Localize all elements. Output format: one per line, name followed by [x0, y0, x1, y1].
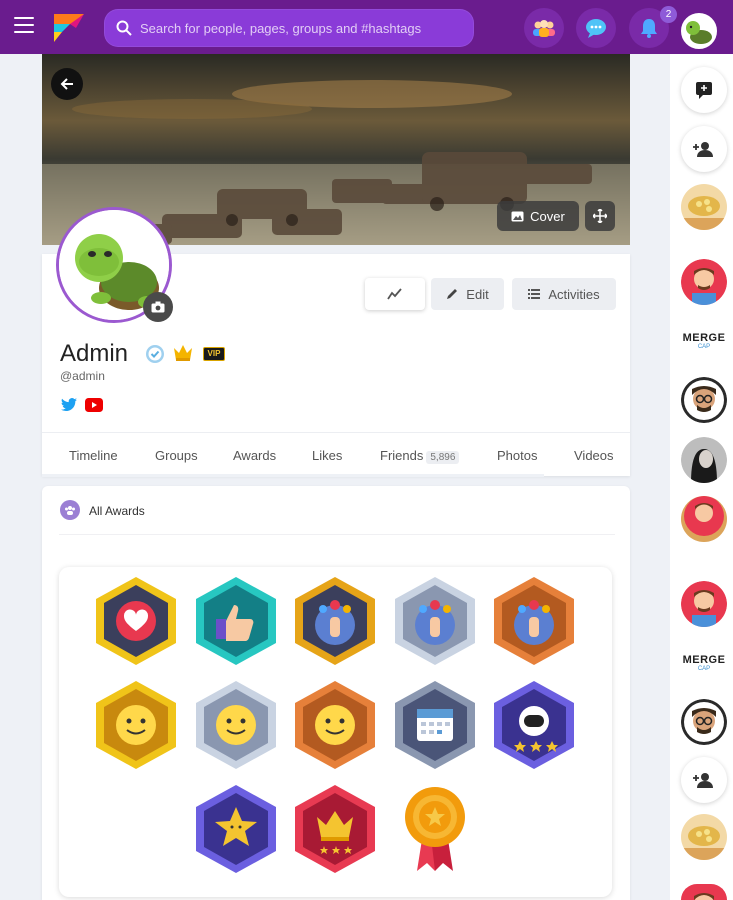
add-user-icon [693, 773, 713, 788]
tab-photos[interactable]: Photos [497, 448, 537, 463]
arrow-left-icon [60, 78, 73, 90]
contact-avatar[interactable]: MERGE CAP [681, 318, 727, 364]
people-icon [65, 506, 75, 515]
merge-logo-subtext: CAP [697, 344, 711, 350]
flag-message-icon [696, 82, 712, 99]
trend-chart-icon [387, 288, 402, 300]
heart-badge-icon[interactable] [94, 575, 178, 667]
smiley-bronze-badge-icon[interactable] [293, 679, 377, 771]
contact-avatar[interactable] [681, 814, 727, 860]
user-avatar[interactable] [681, 13, 717, 49]
calendar-badge-icon[interactable] [393, 679, 477, 771]
awards-section-icon [60, 500, 80, 520]
thumbs-up-badge-icon[interactable] [194, 575, 278, 667]
reactions-bronze-badge-icon[interactable] [492, 575, 576, 667]
tab-likes[interactable]: Likes [312, 448, 342, 463]
activities-label: Activities [548, 286, 600, 302]
people-group-icon [533, 20, 555, 37]
change-cover-button[interactable]: Cover [497, 201, 579, 231]
food-avatar-image [681, 814, 727, 860]
glasses-man-avatar-image [681, 377, 727, 423]
reposition-cover-button[interactable] [585, 201, 615, 231]
pencil-icon [447, 289, 458, 299]
tab-videos[interactable]: Videos [574, 448, 614, 463]
merge-logo-subtext: CAP [697, 666, 711, 672]
messages-button[interactable] [576, 8, 616, 48]
woman-avatar-image [681, 437, 727, 483]
verified-badge-icon [146, 345, 164, 363]
add-friend-button[interactable] [681, 126, 727, 172]
contact-avatar[interactable] [681, 581, 727, 627]
tab-groups[interactable]: Groups [155, 448, 198, 463]
pages-button[interactable] [681, 67, 727, 113]
contact-avatar[interactable] [681, 699, 727, 745]
awards-title: All Awards [89, 504, 145, 518]
edit-label: Edit [466, 286, 489, 302]
contact-avatar[interactable] [681, 884, 727, 900]
change-avatar-button[interactable] [143, 292, 173, 322]
profile-name: Admin [60, 340, 129, 367]
astronaut-badge-icon[interactable] [492, 679, 576, 771]
image-icon [511, 211, 524, 221]
back-button[interactable] [51, 68, 83, 100]
contact-avatar[interactable] [681, 496, 727, 542]
invite-friends-button[interactable] [681, 757, 727, 803]
search-icon [116, 20, 132, 36]
reactions-silver-badge-icon[interactable] [393, 575, 477, 667]
man-avatar-image [681, 884, 727, 900]
tab-awards[interactable]: Awards [233, 448, 276, 463]
search-bar [104, 9, 474, 47]
smiley-gold-badge-icon[interactable] [94, 679, 178, 771]
profile-handle: @admin [60, 369, 105, 383]
add-user-icon [693, 142, 713, 157]
list-icon [528, 289, 541, 299]
friends-count-badge: 5,896 [426, 451, 460, 464]
contact-avatar[interactable] [681, 377, 727, 423]
top-navigation-bar: 2 [0, 0, 733, 54]
bell-icon [641, 19, 657, 38]
youtube-icon[interactable] [85, 398, 103, 412]
tabs-scroll-indicator [42, 474, 544, 477]
cover-label: Cover [530, 208, 565, 224]
edit-profile-button[interactable]: Edit [431, 278, 504, 310]
notification-count-badge: 2 [660, 6, 677, 23]
profile-tabs: Timeline Groups Awards Likes Friends 5,89… [42, 432, 630, 477]
groups-button[interactable] [524, 8, 564, 48]
twitter-icon[interactable] [61, 398, 77, 412]
tab-friends[interactable]: Friends 5,896 [380, 448, 460, 464]
contact-avatar[interactable] [681, 437, 727, 483]
activities-button[interactable]: Activities [512, 278, 616, 310]
vip-label: VIP [207, 349, 221, 358]
contact-avatar[interactable] [681, 184, 727, 230]
man-avatar-image [681, 581, 727, 627]
turtle-avatar-icon [683, 15, 715, 47]
tab-timeline[interactable]: Timeline [69, 448, 118, 463]
camera-icon [151, 301, 165, 313]
reactions-gold-badge-icon[interactable] [293, 575, 377, 667]
man-avatar-image [681, 259, 727, 305]
crown-badge-icon[interactable] [293, 783, 377, 875]
crown-icon [174, 345, 192, 361]
man-avatar-image [681, 496, 727, 542]
stats-button[interactable] [365, 278, 425, 310]
search-input[interactable] [140, 9, 460, 47]
smiley-silver-badge-icon[interactable] [194, 679, 278, 771]
food-avatar-image [681, 184, 727, 230]
hamburger-menu-icon[interactable] [14, 17, 34, 37]
medal-badge-icon[interactable] [393, 783, 477, 875]
app-logo[interactable] [50, 10, 88, 44]
divider [59, 534, 615, 535]
contact-avatar[interactable] [681, 259, 727, 305]
glasses-man-avatar-image [681, 699, 727, 745]
chat-bubbles-icon [586, 19, 606, 38]
vip-badge: VIP [203, 347, 225, 361]
star-badge-icon[interactable] [194, 783, 278, 875]
move-arrows-icon [593, 209, 607, 223]
contact-avatar[interactable]: MERGE CAP [681, 640, 727, 686]
